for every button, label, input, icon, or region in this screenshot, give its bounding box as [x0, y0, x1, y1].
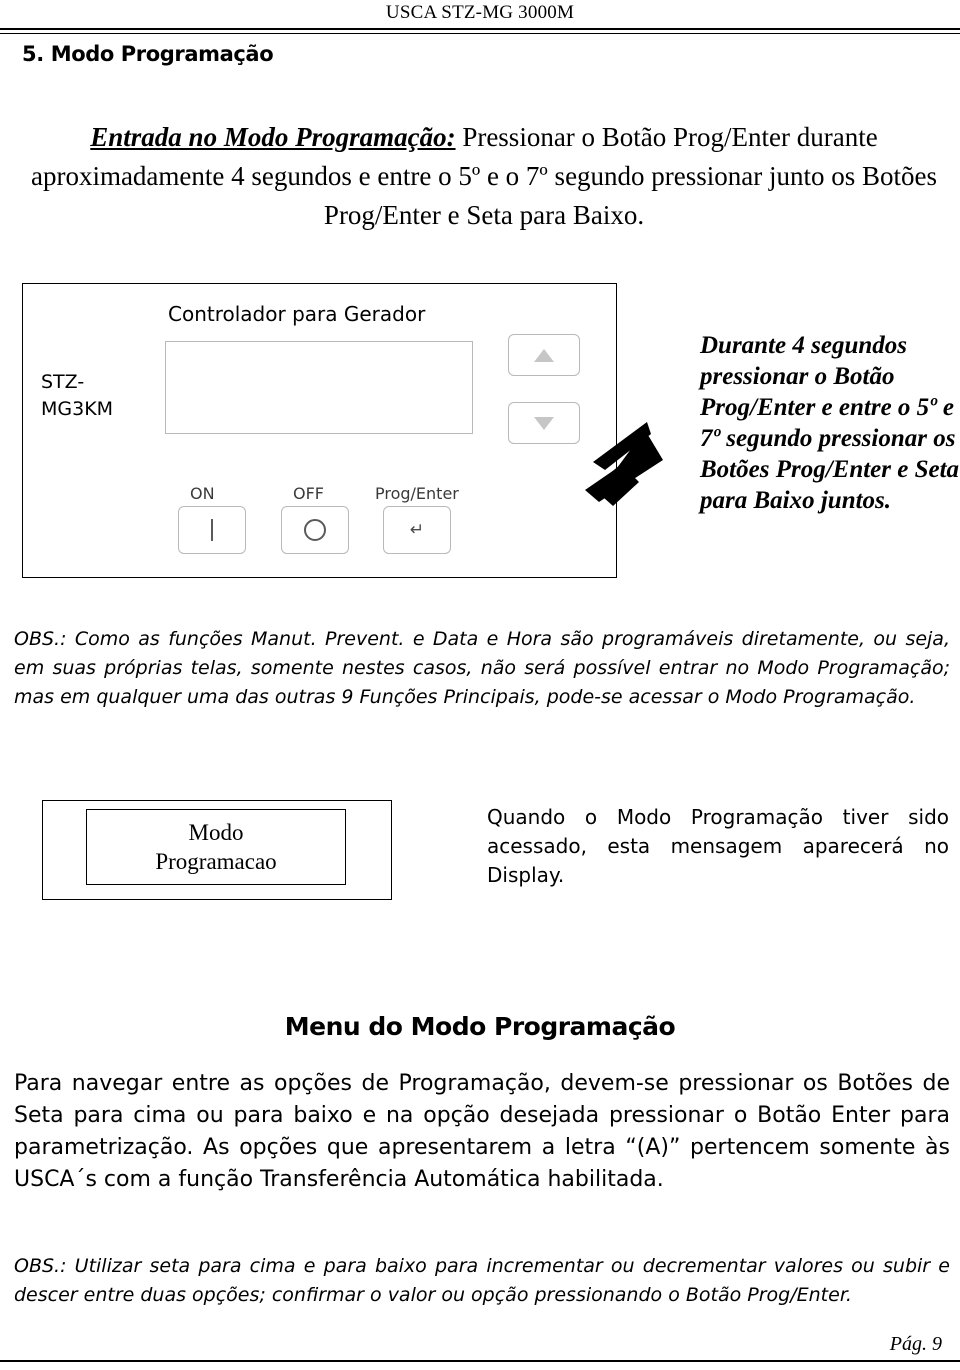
arrow-down-button[interactable]: [508, 402, 580, 444]
arrow-down-icon: [509, 403, 579, 443]
power-on-button[interactable]: [178, 506, 246, 554]
side-note-text: Durante 4 segundos pressionar o Botão Pr…: [700, 332, 960, 514]
power-off-icon: [282, 507, 348, 553]
controller-model-label: STZ- MG3KM: [41, 369, 113, 423]
header-title: USCA STZ-MG 3000M: [385, 2, 575, 23]
display-message-line1: Modo: [188, 820, 244, 845]
footer-divider: [0, 1360, 960, 1362]
intro-lead: Entrada no Modo Programação:: [90, 122, 456, 152]
controller-diagram: STZ- MG3KM Controlador para Gerador ON O…: [22, 283, 617, 578]
power-off-button[interactable]: [281, 506, 349, 554]
intro-paragraph: Entrada no Modo Programação: Pressionar …: [28, 118, 940, 235]
obs-note-1: OBS.: Como as funções Manut. Prevent. e …: [14, 628, 950, 708]
controller-model-line1: STZ-: [41, 371, 85, 393]
footer-page-number: Pág. 9: [889, 1333, 942, 1355]
display-message-note: Quando o Modo Programação tiver sido ace…: [487, 805, 949, 887]
display-message-frame: Modo Programacao: [42, 800, 392, 900]
page-header: USCA STZ-MG 3000M: [0, 0, 960, 34]
label-prog-enter: Prog/Enter: [375, 484, 459, 503]
arrow-up-icon: [509, 335, 579, 375]
controller-display: [165, 341, 473, 434]
power-on-icon: [179, 507, 245, 553]
header-divider-bottom: [0, 33, 960, 34]
arrow-up-button[interactable]: [508, 334, 580, 376]
label-off: OFF: [293, 484, 324, 503]
display-message-line2: Programacao: [155, 849, 277, 874]
header-divider-top: [0, 28, 960, 30]
display-message-box: Modo Programacao: [86, 809, 346, 885]
label-on: ON: [190, 484, 215, 503]
controller-heading: Controlador para Gerador: [168, 302, 426, 326]
controller-model-line2: MG3KM: [41, 398, 114, 420]
prog-enter-button[interactable]: ↵: [383, 506, 451, 554]
section-heading: 5. Modo Programação: [22, 42, 274, 66]
menu-heading: Menu do Modo Programação: [284, 1012, 676, 1041]
document-page: USCA STZ-MG 3000M 5. Modo Programação En…: [0, 0, 960, 1370]
obs-note-2: OBS.: Utilizar seta para cima e para bai…: [14, 1255, 950, 1306]
enter-arrow-icon: ↵: [409, 520, 425, 540]
menu-paragraph: Para navegar entre as opções de Programa…: [14, 1071, 950, 1192]
